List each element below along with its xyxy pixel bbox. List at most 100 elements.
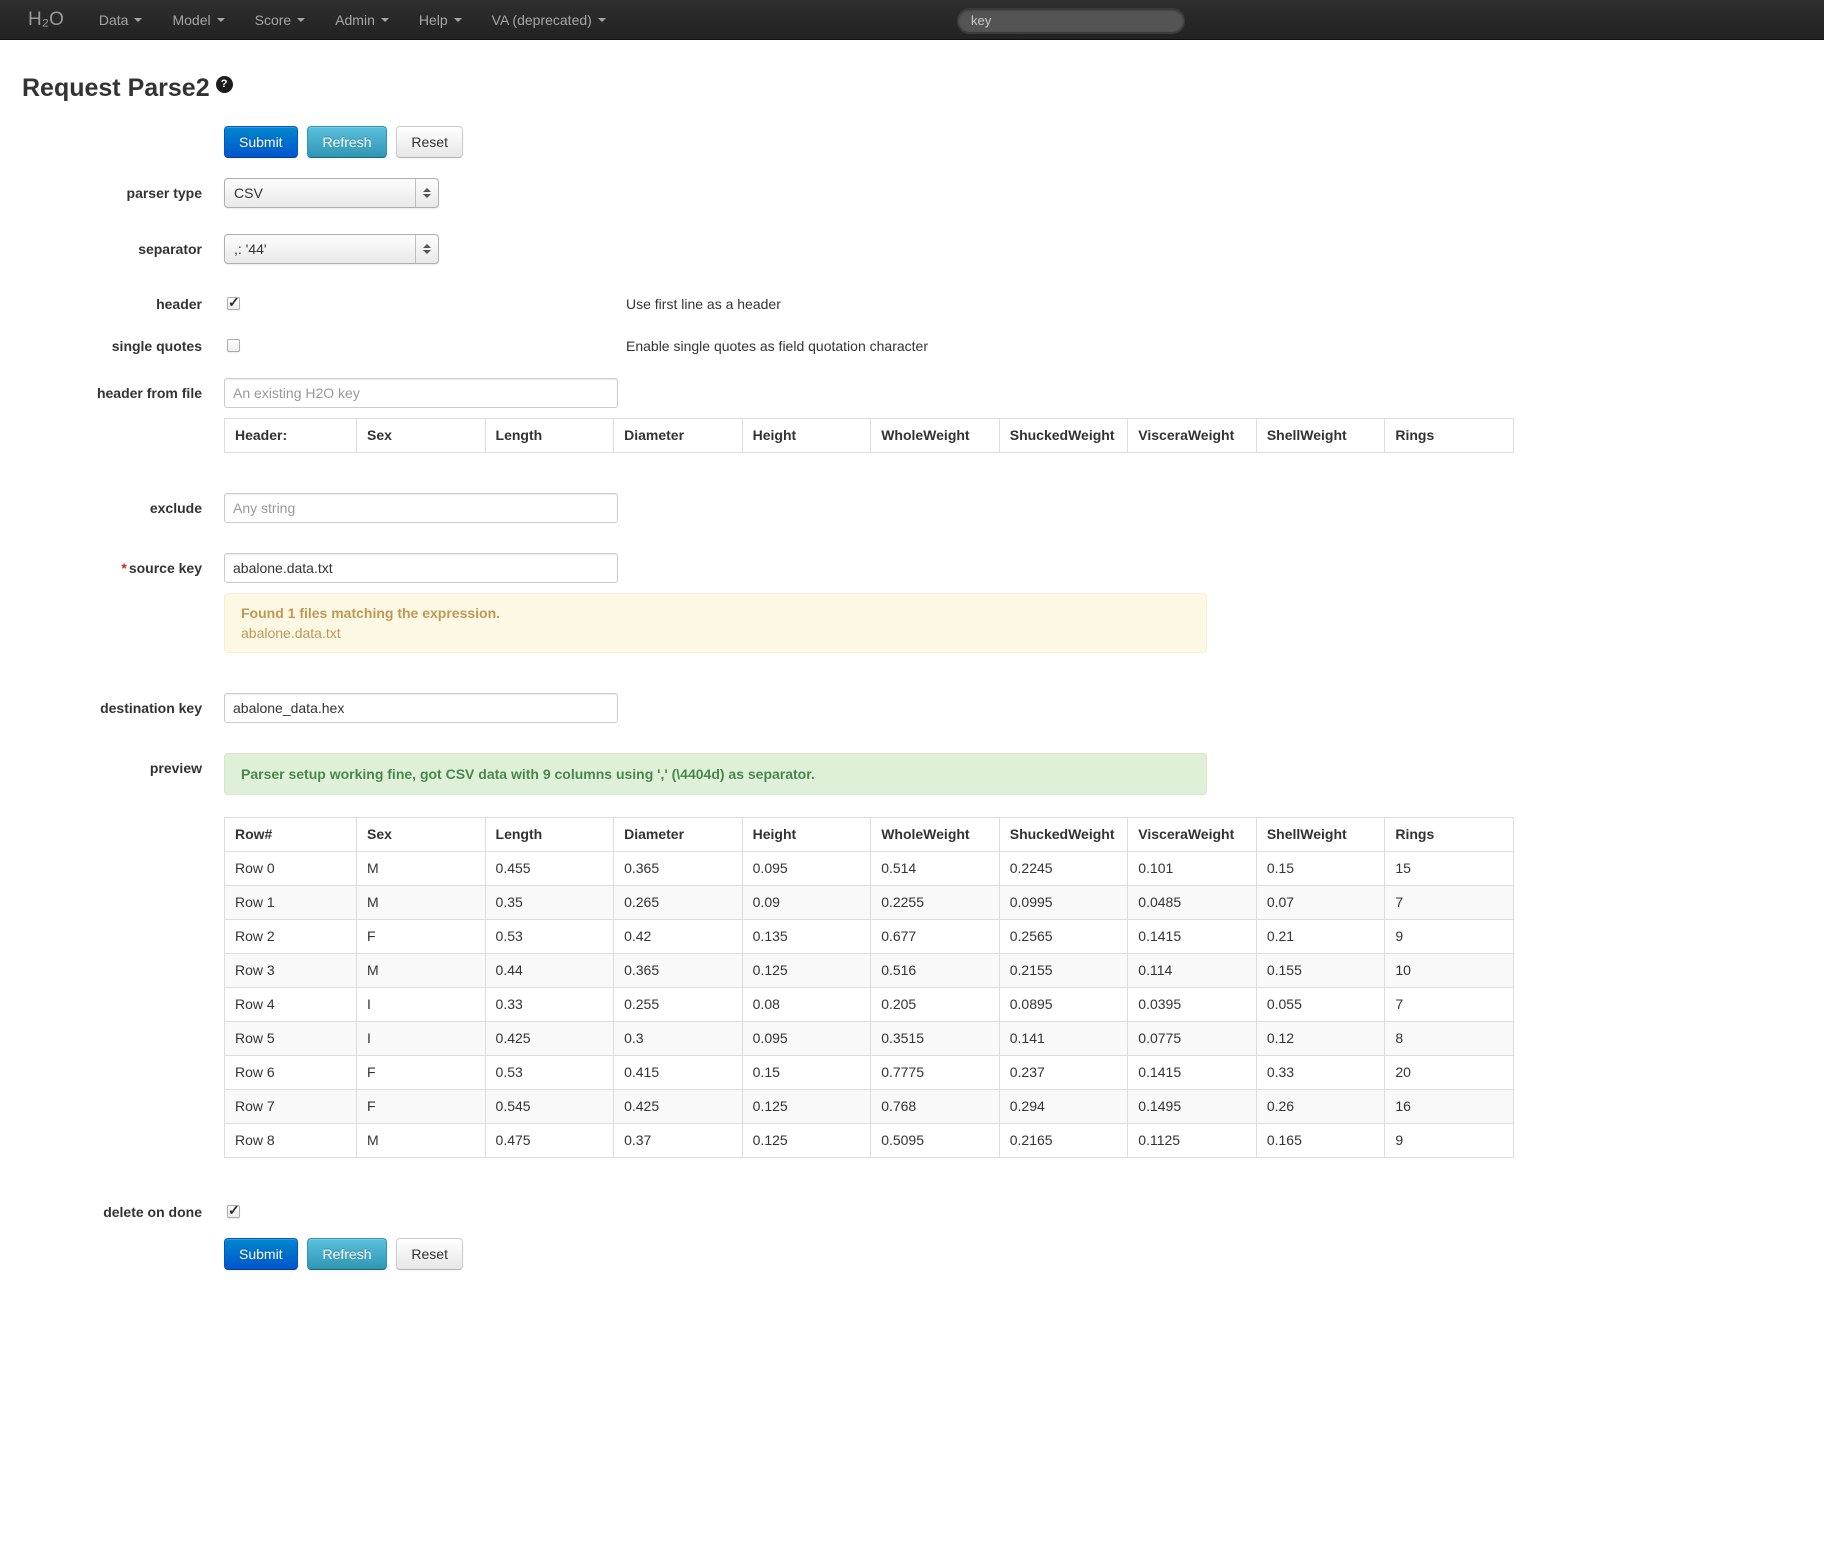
table-cell: Row 6 [225, 1056, 357, 1090]
reset-button[interactable]: Reset [396, 1238, 463, 1270]
header-from-file-label: header from file [22, 378, 202, 403]
table-row: Row 5I0.4250.30.0950.35150.1410.07750.12… [225, 1022, 1514, 1056]
table-cell: M [357, 954, 486, 988]
header-checkbox[interactable] [227, 297, 240, 310]
header-description: Use first line as a header [626, 294, 781, 314]
delete-on-done-checkbox[interactable] [227, 1205, 240, 1218]
separator-label: separator [22, 234, 202, 259]
table-cell: 9 [1385, 920, 1514, 954]
nav-item-help[interactable]: Help [404, 0, 477, 40]
table-cell: 0.516 [871, 954, 1000, 988]
navbar: H₂O Data Model Score Admin Help VA (depr… [0, 0, 1824, 40]
table-cell: Row 0 [225, 852, 357, 886]
separator-group: separator ,: '44' [22, 234, 1824, 264]
column-header: Sex [357, 419, 486, 453]
nav-item-score[interactable]: Score [240, 0, 321, 40]
table-cell: 0.0395 [1128, 988, 1257, 1022]
column-header: VisceraWeight [1128, 419, 1257, 453]
nav-item-va-deprecated[interactable]: VA (deprecated) [477, 0, 621, 40]
nav-item-model[interactable]: Model [157, 0, 239, 40]
column-header: Length [485, 419, 614, 453]
single-quotes-label: single quotes [22, 336, 202, 356]
table-cell: 0.1495 [1128, 1090, 1257, 1124]
destination-key-label: destination key [22, 693, 202, 718]
table-cell: 7 [1385, 988, 1514, 1022]
column-header: WholeWeight [871, 818, 1000, 852]
caret-down-icon [134, 18, 142, 22]
table-cell: 8 [1385, 1022, 1514, 1056]
table-row: Row 3M0.440.3650.1250.5160.21550.1140.15… [225, 954, 1514, 988]
table-cell: F [357, 1090, 486, 1124]
separator-select[interactable]: ,: '44' [224, 234, 439, 264]
nav-item-label: Model [172, 12, 210, 28]
table-cell: Row 5 [225, 1022, 357, 1056]
destination-key-input[interactable] [224, 693, 618, 723]
table-cell: 0.33 [1256, 1056, 1385, 1090]
help-icon[interactable]: ? [216, 76, 233, 93]
page-title-text: Request Parse2 [22, 74, 210, 102]
preview-label: preview [22, 753, 202, 778]
refresh-button[interactable]: Refresh [307, 126, 386, 158]
table-cell: I [357, 988, 486, 1022]
table-cell: 0.125 [742, 954, 871, 988]
table-cell: 0.294 [999, 1090, 1128, 1124]
nav-item-admin[interactable]: Admin [320, 0, 404, 40]
column-header: Rings [1385, 419, 1514, 453]
table-cell: 0.08 [742, 988, 871, 1022]
column-header: Sex [357, 818, 486, 852]
nav-item-label: Score [255, 12, 292, 28]
table-cell: 20 [1385, 1056, 1514, 1090]
column-header: Diameter [614, 419, 743, 453]
single-quotes-description: Enable single quotes as field quotation … [626, 336, 928, 356]
source-key-input[interactable] [224, 553, 618, 583]
table-cell: 0.1415 [1128, 1056, 1257, 1090]
single-quotes-checkbox[interactable] [227, 339, 240, 352]
table-cell: 0.2155 [999, 954, 1128, 988]
table-cell: 0.15 [1256, 852, 1385, 886]
table-row: Row 6F0.530.4150.150.77750.2370.14150.33… [225, 1056, 1514, 1090]
header-label: header [22, 294, 202, 314]
table-cell: 0.425 [614, 1090, 743, 1124]
nav-item-label: Data [99, 12, 129, 28]
column-header: WholeWeight [871, 419, 1000, 453]
submit-button[interactable]: Submit [224, 126, 298, 158]
table-cell: 9 [1385, 1124, 1514, 1158]
table-cell: 0.0995 [999, 886, 1128, 920]
nav-item-label: Help [419, 12, 448, 28]
table-cell: 0.37 [614, 1124, 743, 1158]
files-matching-alert: Found 1 files matching the expression. a… [224, 593, 1207, 653]
table-cell: 0.53 [485, 920, 614, 954]
caret-down-icon [381, 18, 389, 22]
table-cell: 0.3 [614, 1022, 743, 1056]
parser-type-select[interactable]: CSV [224, 178, 439, 208]
table-cell: 0.095 [742, 852, 871, 886]
reset-button[interactable]: Reset [396, 126, 463, 158]
table-cell: 0.205 [871, 988, 1000, 1022]
nav-item-data[interactable]: Data [84, 0, 158, 40]
preview-table: Row#SexLengthDiameterHeightWholeWeightSh… [224, 817, 1514, 1158]
destination-key-group: destination key [22, 693, 1824, 723]
h2o-logo[interactable]: H₂O [0, 1, 84, 39]
table-cell: Row 4 [225, 988, 357, 1022]
column-header: Diameter [614, 818, 743, 852]
parser-type-label: parser type [22, 178, 202, 203]
submit-button[interactable]: Submit [224, 1238, 298, 1270]
refresh-button[interactable]: Refresh [307, 1238, 386, 1270]
single-quotes-group: single quotes Enable single quotes as fi… [22, 336, 1824, 356]
table-cell: 0.42 [614, 920, 743, 954]
top-button-row: Submit Refresh Reset [202, 126, 1824, 158]
table-cell: 0.125 [742, 1090, 871, 1124]
table-cell: 0.2165 [999, 1124, 1128, 1158]
navbar-search-input[interactable] [957, 8, 1185, 33]
table-cell: 0.155 [1256, 954, 1385, 988]
header-table-wrap: Header:SexLengthDiameterHeightWholeWeigh… [224, 418, 1824, 453]
separator-value: ,: '44' [234, 241, 267, 257]
table-cell: 0.2245 [999, 852, 1128, 886]
header-from-file-input[interactable] [224, 378, 618, 408]
table-cell: M [357, 886, 486, 920]
table-cell: 0.26 [1256, 1090, 1385, 1124]
exclude-input[interactable] [224, 493, 618, 523]
table-row: Row 0M0.4550.3650.0950.5140.22450.1010.1… [225, 852, 1514, 886]
header-table: Header:SexLengthDiameterHeightWholeWeigh… [224, 418, 1514, 453]
table-cell: 0.365 [614, 852, 743, 886]
